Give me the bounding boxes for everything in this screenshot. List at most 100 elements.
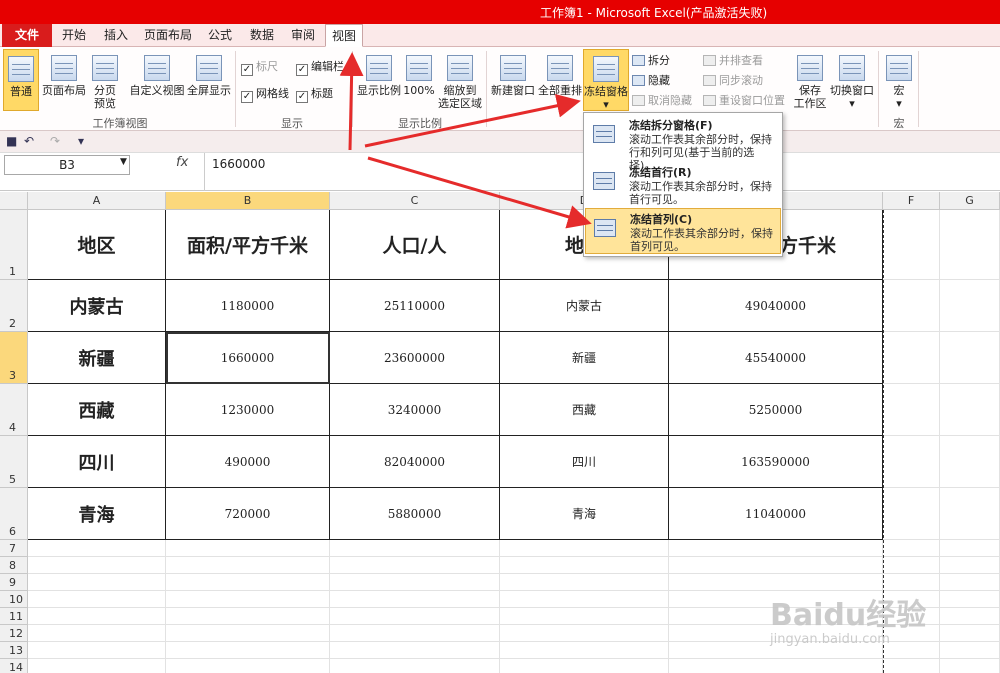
empty-cell[interactable]	[28, 642, 166, 659]
headings-checkbox[interactable]: 标题	[296, 86, 333, 103]
table-cell[interactable]: 490000	[166, 436, 330, 488]
empty-cell[interactable]	[940, 608, 1000, 625]
empty-cell[interactable]	[166, 625, 330, 642]
column-header-c[interactable]: C	[330, 192, 500, 210]
arrange-all-button[interactable]: 全部重排	[537, 49, 583, 111]
table-cell[interactable]: 1180000	[166, 280, 330, 332]
reset-window-position-button[interactable]: 重设窗口位置	[703, 93, 785, 109]
row-header-13[interactable]: 13	[0, 642, 28, 659]
empty-cell[interactable]	[940, 210, 1000, 280]
table-header-cell[interactable]: 人口/人	[330, 210, 500, 280]
unhide-button[interactable]: 取消隐藏	[632, 93, 692, 109]
table-cell[interactable]: 3240000	[330, 384, 500, 436]
row-header-1[interactable]: 1	[0, 210, 28, 280]
menu-item-freeze-first-column[interactable]: 冻结首列(C) 滚动工作表其余部分时，保持首列可见。	[585, 208, 781, 254]
empty-cell[interactable]	[330, 574, 500, 591]
table-cell[interactable]: 1230000	[166, 384, 330, 436]
menu-item-freeze-top-row[interactable]: 冻结首行(R) 滚动工作表其余部分时，保持首行可见。	[585, 162, 781, 208]
empty-cell[interactable]	[330, 659, 500, 673]
empty-cell[interactable]	[940, 557, 1000, 574]
empty-cell[interactable]	[883, 540, 940, 557]
row-header-7[interactable]: 7	[0, 540, 28, 557]
formula-input[interactable]: 1660000	[212, 157, 265, 171]
empty-cell[interactable]	[669, 540, 883, 557]
tab-view[interactable]: 视图	[325, 24, 363, 47]
table-cell[interactable]: 25110000	[330, 280, 500, 332]
table-cell[interactable]: 1660000	[166, 332, 330, 384]
table-cell[interactable]: 163590000	[669, 436, 883, 488]
empty-cell[interactable]	[669, 574, 883, 591]
table-cell[interactable]: 5880000	[330, 488, 500, 540]
empty-cell[interactable]	[500, 625, 669, 642]
normal-view-button[interactable]: 普通	[3, 49, 39, 111]
empty-cell[interactable]	[883, 384, 940, 436]
zoom-to-selection-button[interactable]: 缩放到 选定区域	[437, 49, 483, 111]
row-header-5[interactable]: 5	[0, 436, 28, 488]
empty-cell[interactable]	[500, 659, 669, 673]
empty-cell[interactable]	[940, 659, 1000, 673]
table-cell[interactable]: 西藏	[500, 384, 669, 436]
column-header-g[interactable]: G	[940, 192, 1000, 210]
empty-cell[interactable]	[500, 557, 669, 574]
row-header-2[interactable]: 2	[0, 280, 28, 332]
row-header-3[interactable]: 3	[0, 332, 28, 384]
column-header-f[interactable]: F	[883, 192, 940, 210]
empty-cell[interactable]	[28, 625, 166, 642]
column-header-a[interactable]: A	[28, 192, 166, 210]
insert-function-icon[interactable]: fx	[176, 155, 188, 170]
empty-cell[interactable]	[500, 591, 669, 608]
empty-cell[interactable]	[940, 540, 1000, 557]
empty-cell[interactable]	[940, 488, 1000, 540]
empty-cell[interactable]	[883, 557, 940, 574]
row-header-9[interactable]: 9	[0, 574, 28, 591]
row-header-12[interactable]: 12	[0, 625, 28, 642]
table-cell[interactable]: 青海	[28, 488, 166, 540]
empty-cell[interactable]	[500, 574, 669, 591]
empty-cell[interactable]	[28, 557, 166, 574]
empty-cell[interactable]	[166, 642, 330, 659]
view-side-by-side-button[interactable]: 并排查看	[703, 53, 763, 69]
empty-cell[interactable]	[166, 659, 330, 673]
save-icon[interactable]: ■	[6, 134, 17, 148]
empty-cell[interactable]	[166, 557, 330, 574]
empty-cell[interactable]	[500, 608, 669, 625]
empty-cell[interactable]	[940, 332, 1000, 384]
empty-cell[interactable]	[28, 608, 166, 625]
empty-cell[interactable]	[883, 280, 940, 332]
table-cell[interactable]: 青海	[500, 488, 669, 540]
select-all-corner[interactable]	[0, 192, 28, 210]
page-layout-view-button[interactable]: 页面布局	[41, 49, 87, 111]
empty-cell[interactable]	[883, 332, 940, 384]
empty-cell[interactable]	[883, 210, 940, 280]
empty-cell[interactable]	[940, 280, 1000, 332]
customize-toolbar-icon[interactable]: ▾	[78, 134, 84, 148]
tab-insert[interactable]: 插入	[98, 24, 134, 47]
empty-cell[interactable]	[940, 574, 1000, 591]
row-header-10[interactable]: 10	[0, 591, 28, 608]
tab-page-layout[interactable]: 页面布局	[140, 24, 196, 47]
new-window-button[interactable]: 新建窗口	[490, 49, 536, 111]
empty-cell[interactable]	[330, 625, 500, 642]
row-header-11[interactable]: 11	[0, 608, 28, 625]
table-header-cell[interactable]: 面积/平方千米	[166, 210, 330, 280]
save-workspace-button[interactable]: 保存 工作区	[790, 49, 830, 111]
formula-bar-checkbox[interactable]: 编辑栏	[296, 59, 344, 76]
sync-scrolling-button[interactable]: 同步滚动	[703, 73, 763, 89]
gridlines-checkbox[interactable]: 网格线	[241, 86, 289, 103]
row-header-4[interactable]: 4	[0, 384, 28, 436]
empty-cell[interactable]	[166, 591, 330, 608]
empty-cell[interactable]	[883, 488, 940, 540]
empty-cell[interactable]	[330, 642, 500, 659]
row-header-14[interactable]: 14	[0, 659, 28, 673]
redo-icon[interactable]: ↷	[50, 134, 60, 148]
table-cell[interactable]: 四川	[500, 436, 669, 488]
tab-review[interactable]: 审阅	[285, 24, 321, 47]
undo-icon[interactable]: ↶	[24, 134, 34, 148]
empty-cell[interactable]	[940, 384, 1000, 436]
empty-cell[interactable]	[883, 574, 940, 591]
empty-cell[interactable]	[940, 642, 1000, 659]
empty-cell[interactable]	[28, 659, 166, 673]
empty-cell[interactable]	[28, 591, 166, 608]
table-cell[interactable]: 82040000	[330, 436, 500, 488]
column-header-b[interactable]: B	[166, 192, 330, 210]
